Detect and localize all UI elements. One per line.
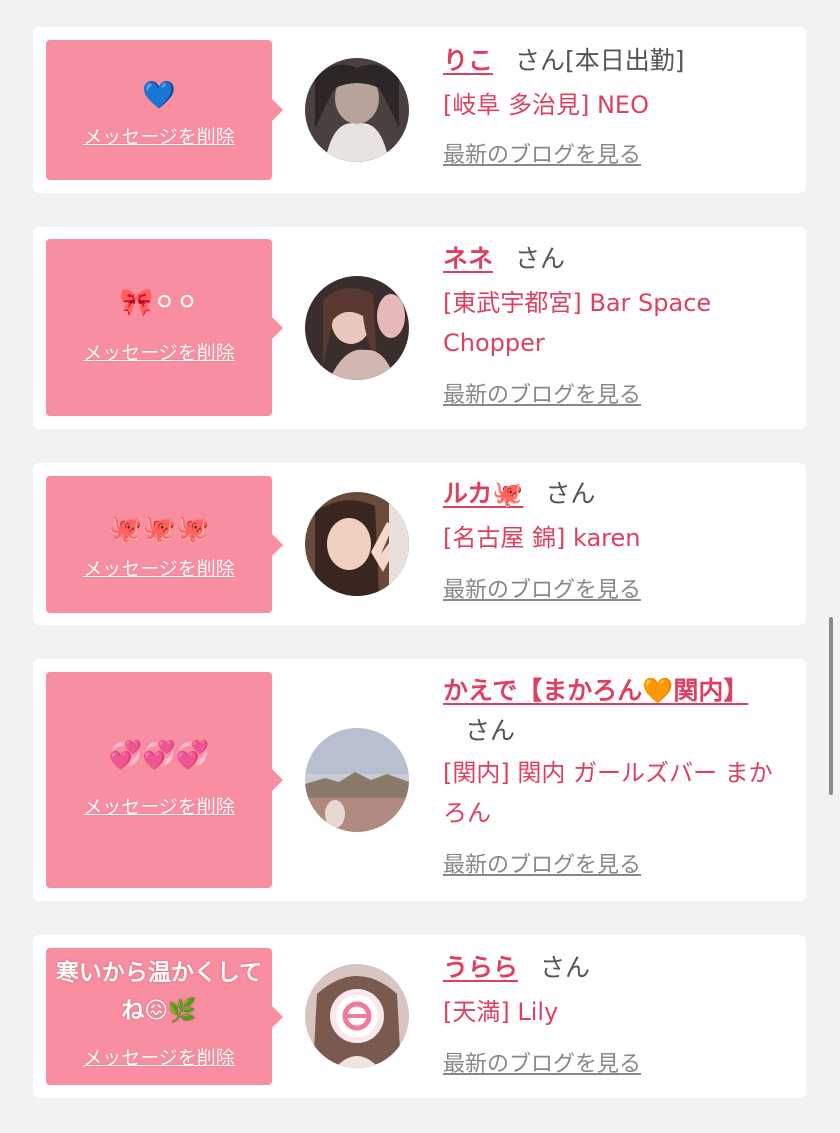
latest-blog-link[interactable]: 最新のブログを見る <box>443 1046 641 1078</box>
message-text: 🎀⚪⚪ <box>119 287 199 318</box>
message-text: 寒いから温かくしてね😖🌿 <box>55 960 263 1024</box>
cast-info: うらら さん [天満] Lily 最新のブログを見る <box>443 948 793 1078</box>
delete-message-link[interactable]: メッセージを削除 <box>46 792 272 819</box>
message-card: 💞💞💞 メッセージを削除 かえで【まかろん🧡関内】さん [関内] 関内 ガールズ… <box>33 659 806 901</box>
honorific: さん <box>540 953 591 982</box>
message-text: 🐙🐙🐙 <box>108 514 210 545</box>
avatar[interactable] <box>305 58 409 162</box>
message-bubble: 💙 メッセージを削除 <box>46 40 283 180</box>
delete-message-link[interactable]: メッセージを削除 <box>46 554 272 581</box>
honorific: さん <box>465 716 516 745</box>
cast-name-link[interactable]: かえで【まかろん🧡関内】 <box>443 676 748 705</box>
cast-name-link[interactable]: りこ <box>443 46 493 75</box>
message-card: 💙 メッセージを削除 りこ さん[本日出勤] [岐阜 多治見] NEO 最新のブロ… <box>33 27 806 193</box>
avatar-photo <box>305 492 409 596</box>
latest-blog-link[interactable]: 最新のブログを見る <box>443 377 641 409</box>
cast-info: りこ さん[本日出勤] [岐阜 多治見] NEO 最新のブログを見る <box>443 41 793 169</box>
cast-name-link[interactable]: うらら <box>443 953 518 982</box>
avatar-photo <box>305 58 409 162</box>
name-line: ネネ さん <box>443 239 793 279</box>
message-text: 💙 <box>142 80 176 111</box>
name-line: かえで【まかろん🧡関内】さん <box>443 671 748 751</box>
shop-name: [東武宇都宮] Bar Space Chopper <box>443 289 712 357</box>
message-bubble: 🐙🐙🐙 メッセージを削除 <box>46 476 283 613</box>
message-card: 🎀⚪⚪ メッセージを削除 ネネ さん [東武宇都宮] Bar Space Chop… <box>33 227 806 429</box>
cast-info: ルカ🐙 さん [名古屋 錦] karen 最新のブログを見る <box>443 474 793 604</box>
cast-name-link[interactable]: ネネ <box>443 244 493 273</box>
avatar-photo <box>305 276 409 380</box>
honorific: さん[本日出勤] <box>515 46 685 75</box>
latest-blog-link[interactable]: 最新のブログを見る <box>443 137 641 169</box>
delete-message-link[interactable]: メッセージを削除 <box>46 122 272 149</box>
delete-message-link[interactable]: メッセージを削除 <box>46 338 272 365</box>
message-card: 寒いから温かくしてね😖🌿 メッセージを削除 うらら さん [天満] Lily 最新… <box>33 935 806 1098</box>
cast-name-link[interactable]: ルカ🐙 <box>443 479 523 508</box>
honorific: さん <box>545 479 596 508</box>
shop-name: [関内] 関内 ガールズバー まかろん <box>443 759 773 827</box>
name-line: りこ さん[本日出勤] <box>443 41 793 81</box>
avatar[interactable] <box>305 964 409 1068</box>
latest-blog-link[interactable]: 最新のブログを見る <box>443 572 641 604</box>
message-bubble: 🎀⚪⚪ メッセージを削除 <box>46 239 283 416</box>
shop-name: [岐阜 多治見] NEO <box>443 91 649 119</box>
name-line: うらら さん <box>443 948 793 988</box>
avatar[interactable] <box>305 728 409 832</box>
shop-name: [名古屋 錦] karen <box>443 524 641 552</box>
message-bubble: 💞💞💞 メッセージを削除 <box>46 672 283 888</box>
avatar-photo <box>305 728 409 832</box>
avatar[interactable] <box>305 276 409 380</box>
scrollbar[interactable] <box>829 617 833 795</box>
message-card: 🐙🐙🐙 メッセージを削除 ルカ🐙 さん [名古屋 錦] karen 最新のブログを… <box>33 463 806 625</box>
message-text: 💞💞💞 <box>108 740 210 771</box>
cast-info: かえで【まかろん🧡関内】さん [関内] 関内 ガールズバー まかろん 最新のブロ… <box>443 671 793 879</box>
delete-message-link[interactable]: メッセージを削除 <box>46 1043 272 1070</box>
message-list: 💙 メッセージを削除 りこ さん[本日出勤] [岐阜 多治見] NEO 最新のブロ… <box>0 0 840 1133</box>
name-line: ルカ🐙 さん <box>443 474 793 514</box>
latest-blog-link[interactable]: 最新のブログを見る <box>443 847 641 879</box>
avatar[interactable] <box>305 492 409 596</box>
cast-info: ネネ さん [東武宇都宮] Bar Space Chopper 最新のブログを見る <box>443 239 793 409</box>
shop-name: [天満] Lily <box>443 998 559 1026</box>
avatar-photo <box>305 964 409 1068</box>
honorific: さん <box>515 244 566 273</box>
message-bubble: 寒いから温かくしてね😖🌿 メッセージを削除 <box>46 948 283 1085</box>
